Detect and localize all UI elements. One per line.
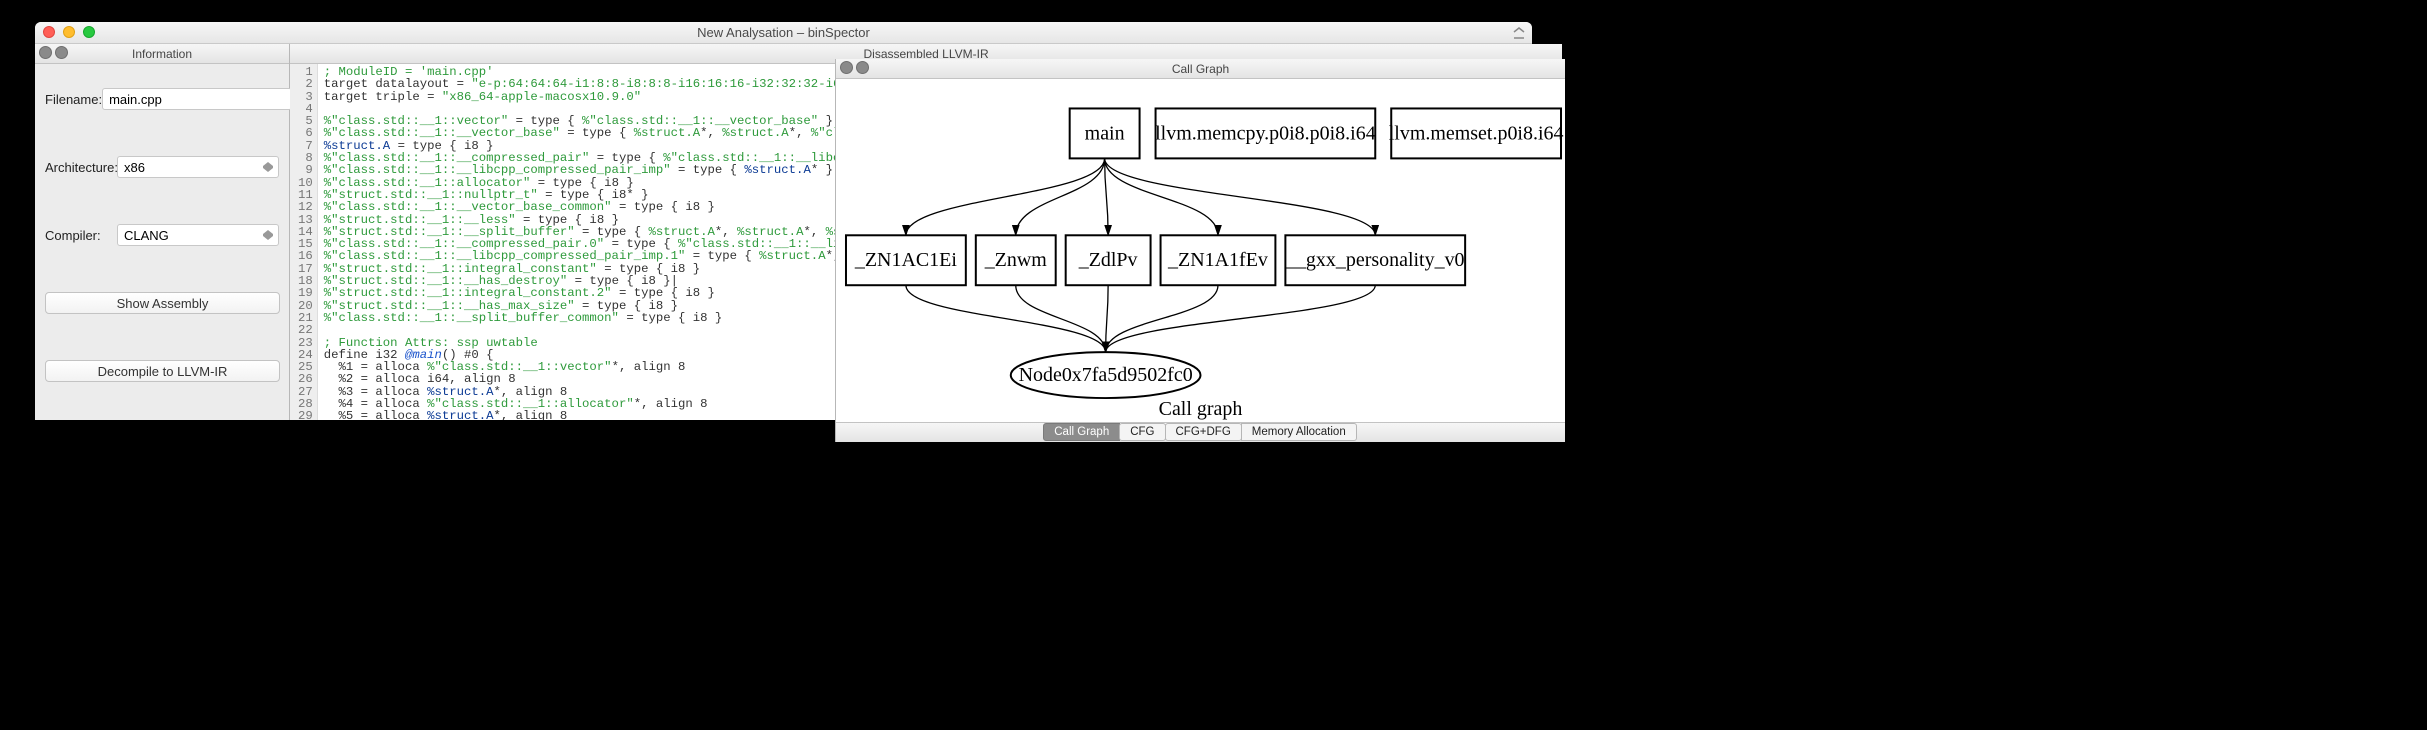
graph-edge (1106, 285, 1376, 352)
graph-caption: Call graph (1159, 398, 1243, 420)
decompile-button[interactable]: Decompile to LLVM-IR (45, 360, 280, 382)
graph-node-label: llvm.memset.p0i8.i64 (1389, 122, 1564, 144)
call-graph-svg[interactable]: main llvm.memcpy.p0i8.p0i8.i64 llvm.memset… (836, 79, 1565, 422)
titlebar: New Analysation – binSpector (35, 22, 1532, 44)
graph-edge (906, 158, 1105, 235)
graph-tab-memory-allocation[interactable]: Memory Allocation (1241, 423, 1357, 441)
graph-edge (1105, 158, 1108, 235)
window-title: New Analysation – binSpector (697, 25, 870, 40)
filename-label: Filename: (45, 92, 102, 107)
show-assembly-button[interactable]: Show Assembly (45, 292, 280, 314)
graph-node-label: Node0x7fa5d9502fc0 (1019, 364, 1193, 386)
graph-node-label: _ZN1A1fEv (1167, 249, 1268, 271)
graph-panel-header: Call Graph (836, 59, 1565, 79)
graph-node-label: _Znwm (984, 249, 1048, 271)
info-panel-header: Information (35, 44, 289, 64)
graph-header-label: Call Graph (1172, 62, 1229, 76)
graph-node-label: __gxx_personality_v0 (1285, 249, 1465, 271)
maximize-icon[interactable] (1512, 26, 1526, 40)
graph-node-label: main (1085, 122, 1125, 144)
graph-edge (1106, 285, 1218, 352)
architecture-label: Architecture: (45, 160, 117, 175)
graph-tab-call-graph[interactable]: Call Graph (1043, 423, 1120, 441)
graph-node-label: llvm.memcpy.p0i8.p0i8.i64 (1155, 122, 1376, 144)
app-window: New Analysation – binSpector Information… (35, 22, 1532, 420)
architecture-select[interactable]: x86 (117, 156, 279, 178)
minimize-icon[interactable] (63, 26, 75, 38)
line-gutter: 1 2 3 4 5 6 7 8 9 10 11 12 13 14 15 16 1… (290, 64, 318, 420)
panel-close-icon[interactable] (39, 46, 52, 59)
graph-body[interactable]: main llvm.memcpy.p0i8.p0i8.i64 llvm.memset… (836, 79, 1565, 422)
compiler-select[interactable]: CLANG (117, 224, 279, 246)
info-header-label: Information (132, 47, 192, 61)
graph-panel: Call Graph main llvm.memcpy.p0i8.p0i8.i64… (835, 59, 1565, 442)
traffic-lights (43, 26, 95, 38)
zoom-icon[interactable] (83, 26, 95, 38)
graph-tab-cfg-dfg[interactable]: CFG+DFG (1165, 423, 1242, 441)
graph-node-label: _ZdlPv (1078, 249, 1138, 271)
graph-edge (1106, 285, 1108, 352)
panel-detach-icon[interactable] (55, 46, 68, 59)
compiler-label: Compiler: (45, 228, 117, 243)
info-panel: Information Filename: Architecture: x86 … (35, 44, 290, 420)
close-icon[interactable] (43, 26, 55, 38)
graph-node-label: _ZN1AC1Ei (854, 249, 958, 271)
filename-input[interactable] (102, 88, 292, 110)
graph-edge (1016, 285, 1106, 352)
panel-close-icon[interactable] (840, 61, 853, 74)
graph-edge (906, 285, 1106, 352)
graph-edge (1016, 158, 1105, 235)
graph-edge (1105, 158, 1376, 235)
panel-detach-icon[interactable] (856, 61, 869, 74)
graph-tabs: Call GraphCFGCFG+DFGMemory Allocation (836, 422, 1565, 442)
graph-edge (1105, 158, 1218, 235)
graph-tab-cfg[interactable]: CFG (1119, 423, 1165, 441)
